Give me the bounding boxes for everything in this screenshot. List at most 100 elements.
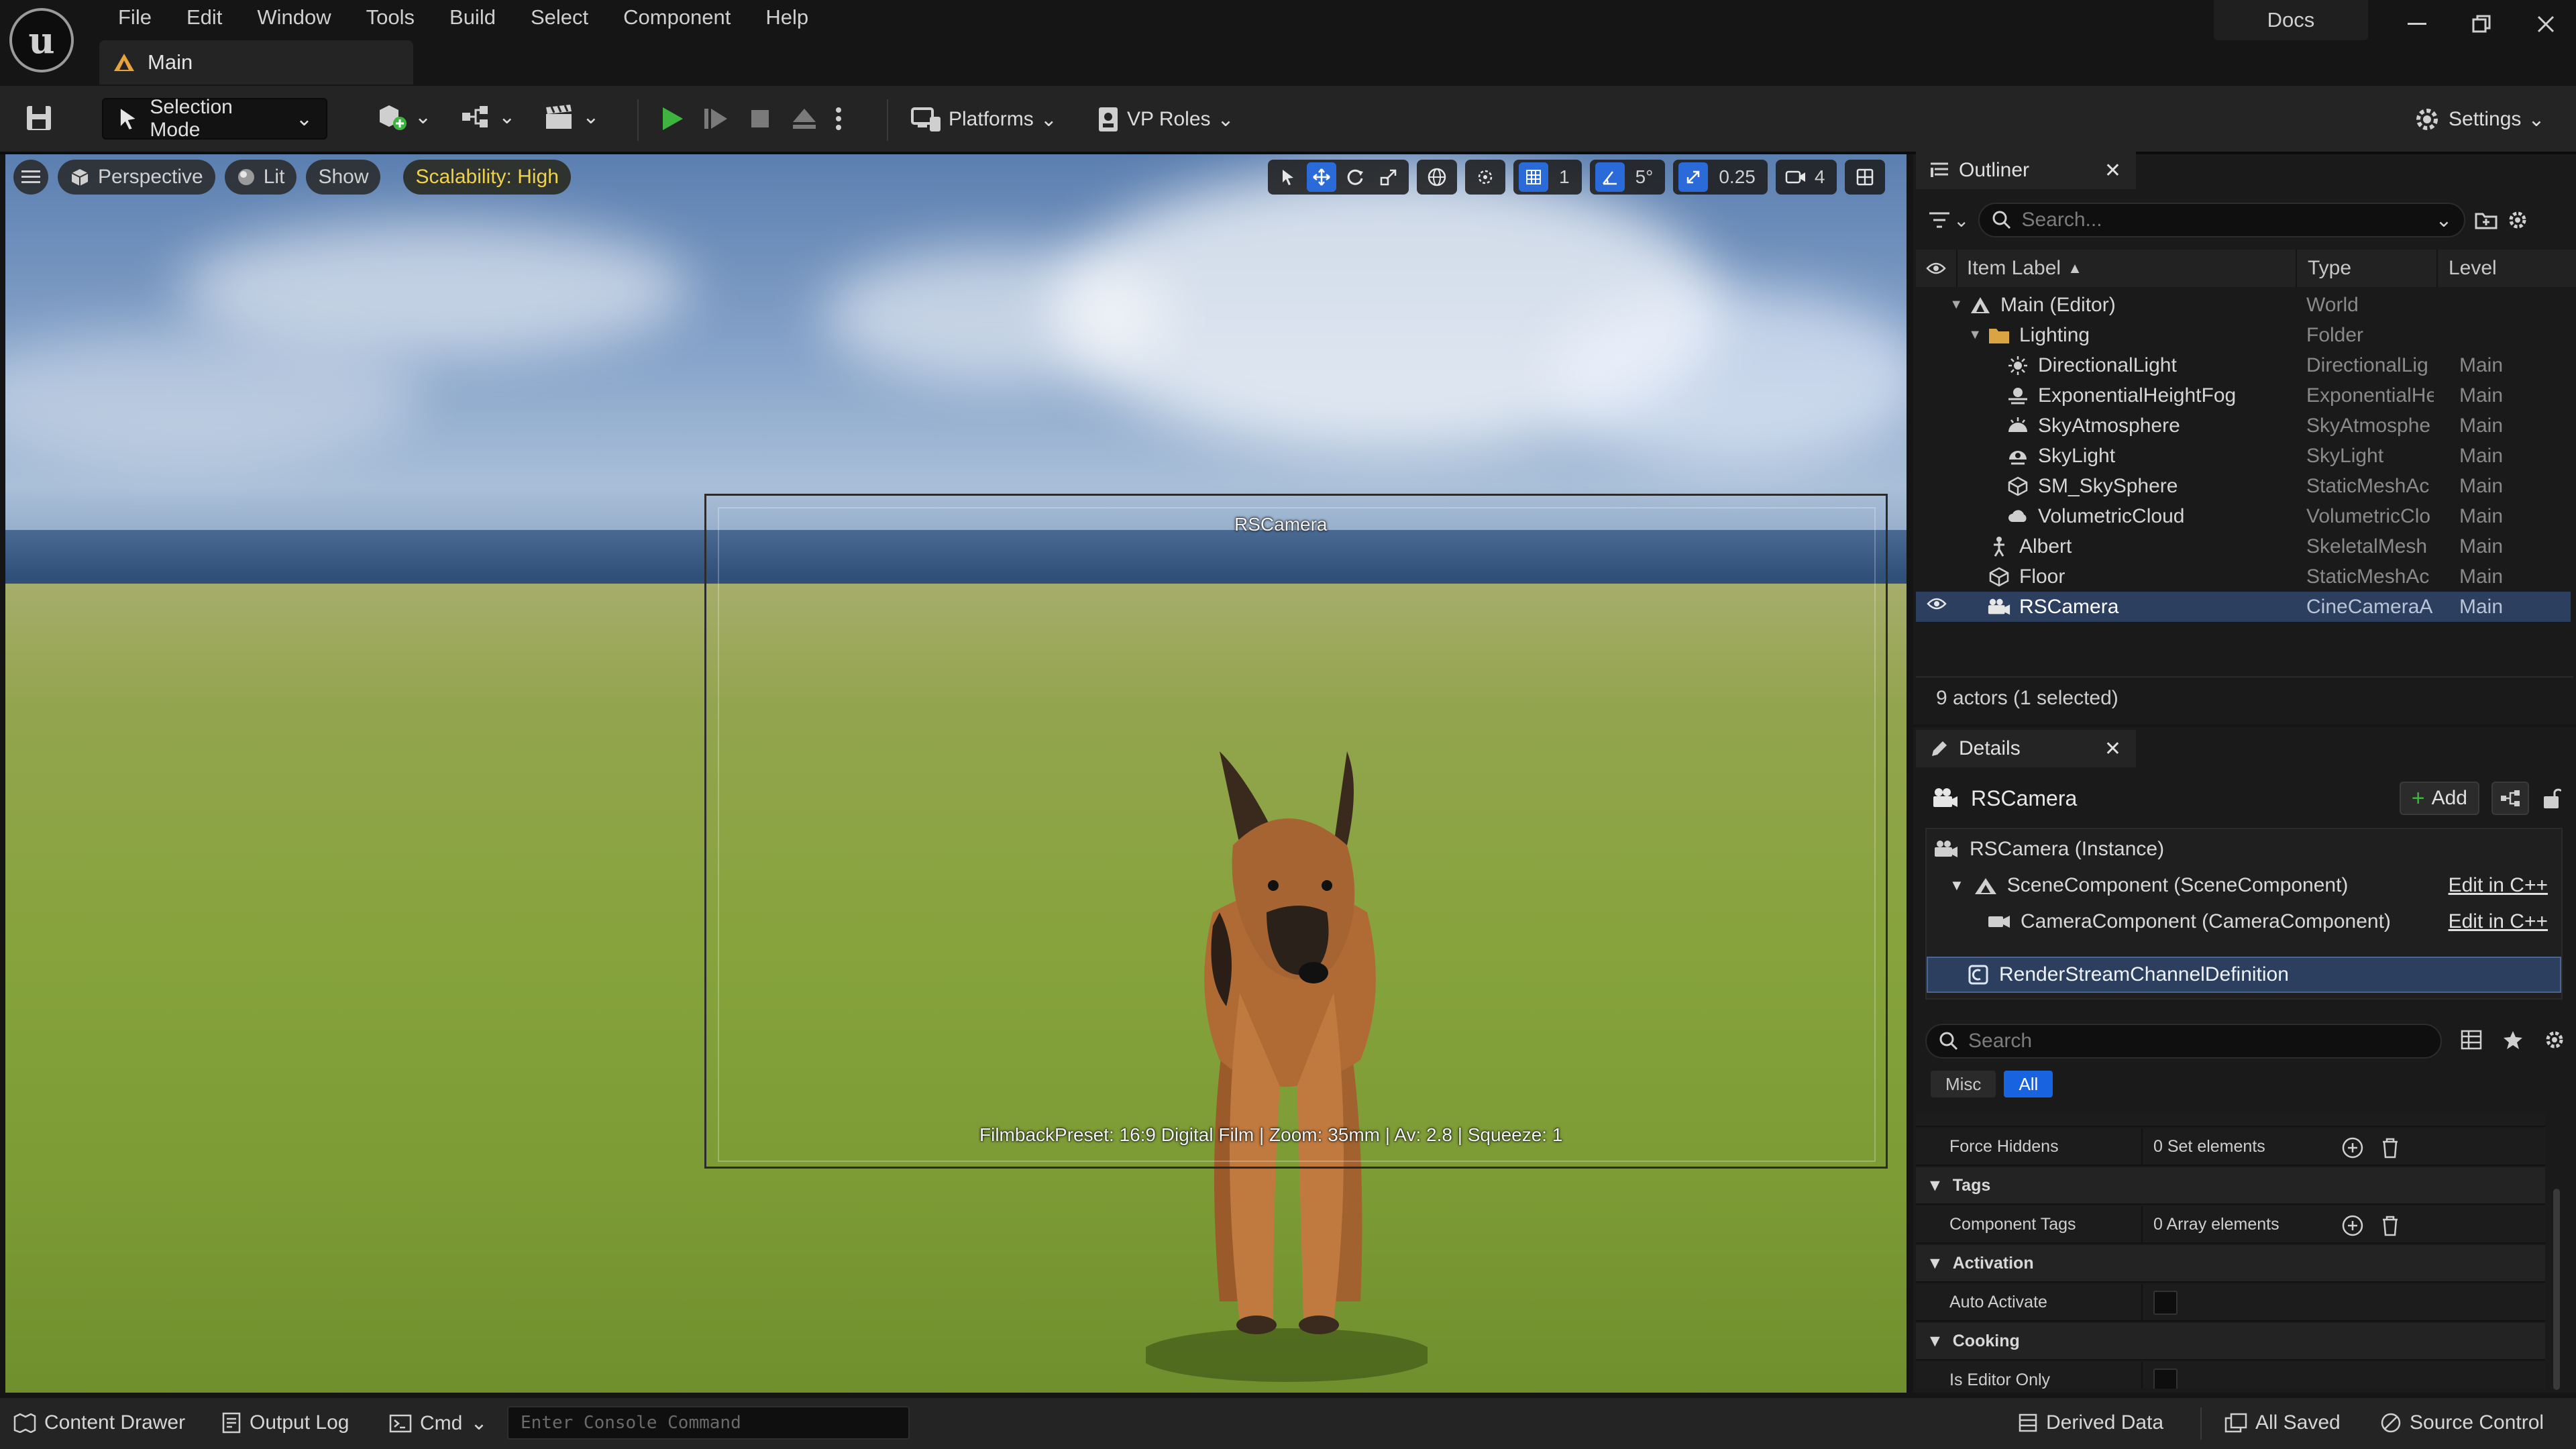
close-window-icon[interactable] xyxy=(2516,3,2576,46)
menu-window[interactable]: Window xyxy=(239,1,348,34)
add-element-icon[interactable] xyxy=(2341,1136,2364,1159)
category-cooking[interactable]: ▼ Cooking xyxy=(1916,1323,2545,1360)
outliner-row[interactable]: ▼ Main (Editor) World xyxy=(1916,290,2571,320)
outliner-search-input[interactable]: Search... ⌄ xyxy=(1978,203,2466,237)
details-scrollbar[interactable] xyxy=(2553,1189,2560,1390)
visibility-column-icon[interactable] xyxy=(1916,262,1956,275)
outliner-row[interactable]: SM_SkySphere StaticMeshAc Main xyxy=(1916,471,2571,501)
derived-data-button[interactable]: Derived Data xyxy=(2018,1411,2163,1434)
world-local-toggle[interactable] xyxy=(1417,160,1457,195)
restore-icon[interactable] xyxy=(2451,3,2512,46)
outliner-row[interactable]: SkyAtmosphere SkyAtmosphe Main xyxy=(1916,411,2571,441)
edit-in-cpp-link[interactable]: Edit in C++ xyxy=(2449,874,2548,897)
gear-icon[interactable] xyxy=(2507,209,2528,231)
close-icon[interactable]: ✕ xyxy=(2104,737,2121,761)
grid-snap-group[interactable]: 1 xyxy=(1513,160,1582,195)
stop-icon[interactable] xyxy=(745,103,775,134)
settings-dropdown[interactable]: Settings ⌄ xyxy=(2412,105,2545,134)
item-label-column-header[interactable]: Item Label ▲ xyxy=(1956,250,2305,287)
rotate-tool-icon[interactable] xyxy=(1340,162,1370,192)
expand-arrow-icon[interactable]: ▼ xyxy=(1949,297,1963,312)
details-search-input[interactable]: Search xyxy=(1925,1024,2442,1059)
filter-chip-all[interactable]: All xyxy=(2004,1071,2053,1097)
more-options-icon[interactable] xyxy=(833,103,844,134)
outliner-row[interactable]: VolumetricCloud VolumetricClo Main xyxy=(1916,501,2571,531)
edit-in-cpp-link[interactable]: Edit in C++ xyxy=(2449,910,2548,933)
menu-component[interactable]: Component xyxy=(606,1,748,34)
eject-icon[interactable] xyxy=(789,103,820,134)
menu-tools[interactable]: Tools xyxy=(349,1,432,34)
lock-open-icon[interactable] xyxy=(2541,787,2561,810)
category-tags[interactable]: ▼ Tags xyxy=(1916,1167,2545,1205)
advance-frame-icon[interactable] xyxy=(700,103,731,134)
viewport-layout-button[interactable] xyxy=(1845,160,1886,195)
outliner-row[interactable]: SkyLight SkyLight Main xyxy=(1916,441,2571,471)
cinematics-button[interactable]: ⌄ xyxy=(543,102,599,131)
level-column-header[interactable]: Level xyxy=(2436,250,2571,287)
docs-button[interactable]: Docs xyxy=(2214,0,2368,40)
tab-details[interactable]: Details ✕ xyxy=(1916,730,2136,767)
unreal-logo-icon[interactable]: u xyxy=(9,8,74,72)
new-folder-icon[interactable] xyxy=(2475,210,2498,230)
outliner-row[interactable]: ▼ Lighting Folder xyxy=(1916,320,2571,350)
show-button[interactable]: Show xyxy=(306,160,381,195)
blueprint-convert-button[interactable] xyxy=(2491,782,2529,815)
gear-icon[interactable] xyxy=(2544,1029,2565,1051)
expand-arrow-icon[interactable]: ▼ xyxy=(1949,877,1964,894)
category-activation[interactable]: ▼ Activation xyxy=(1916,1245,2545,1283)
add-component-button[interactable]: + Add xyxy=(2399,782,2479,815)
cmd-dropdown[interactable]: Cmd ⌄ xyxy=(389,1411,487,1435)
trash-icon[interactable] xyxy=(2380,1214,2400,1237)
filter-dropdown[interactable]: ⌄ xyxy=(1928,209,1969,231)
vp-roles-dropdown[interactable]: VP Roles ⌄ xyxy=(1096,105,1234,134)
table-view-icon[interactable] xyxy=(2461,1030,2482,1050)
camera-speed-group[interactable]: 4 xyxy=(1775,160,1837,195)
minimize-icon[interactable] xyxy=(2387,3,2447,46)
console-command-input[interactable]: Enter Console Command xyxy=(507,1406,910,1440)
tab-outliner[interactable]: Outliner ✕ xyxy=(1916,152,2136,189)
perspective-button[interactable]: Perspective xyxy=(58,160,215,195)
component-row-instance[interactable]: RSCamera (Instance) xyxy=(1927,832,2561,867)
scalability-button[interactable]: Scalability: High xyxy=(403,160,571,195)
outliner-row[interactable]: ExponentialHeightFog ExponentialHe Main xyxy=(1916,380,2571,411)
component-row-scene[interactable]: ▼ SceneComponent (SceneComponent) Edit i… xyxy=(1927,868,2561,903)
all-saved-button[interactable]: All Saved xyxy=(2224,1411,2341,1434)
save-icon[interactable] xyxy=(24,103,54,133)
platforms-dropdown[interactable]: Platforms ⌄ xyxy=(910,105,1057,134)
outliner-row[interactable]: Albert SkeletalMesh Main xyxy=(1916,531,2571,561)
add-content-button[interactable]: ⌄ xyxy=(376,102,431,131)
visibility-eye-icon[interactable] xyxy=(1927,597,1947,610)
menu-select[interactable]: Select xyxy=(513,1,606,34)
play-icon[interactable] xyxy=(656,103,687,134)
outliner-row[interactable]: Floor StaticMeshAc Main xyxy=(1916,561,2571,592)
select-tool-icon[interactable] xyxy=(1273,162,1303,192)
rotation-snap-group[interactable]: 5° xyxy=(1589,160,1666,195)
trash-icon[interactable] xyxy=(2380,1136,2400,1159)
star-icon[interactable] xyxy=(2502,1030,2524,1050)
level-tab-main[interactable]: Main xyxy=(99,40,413,85)
auto-activate-checkbox[interactable] xyxy=(2153,1291,2178,1315)
source-control-button[interactable]: Source Control xyxy=(2380,1411,2544,1434)
close-icon[interactable]: ✕ xyxy=(2104,159,2121,182)
expand-arrow-icon[interactable]: ▼ xyxy=(1968,327,1982,342)
add-element-icon[interactable] xyxy=(2341,1214,2364,1237)
menu-help[interactable]: Help xyxy=(748,1,826,34)
scale-tool-icon[interactable] xyxy=(1374,162,1403,192)
menu-build[interactable]: Build xyxy=(432,1,513,34)
selection-mode-dropdown[interactable]: Selection Mode ⌄ xyxy=(102,96,327,141)
type-column-header[interactable]: Type xyxy=(2296,250,2436,287)
viewport-options-button[interactable] xyxy=(13,160,48,195)
filter-chip-misc[interactable]: Misc xyxy=(1931,1071,1996,1097)
translate-tool-icon[interactable] xyxy=(1307,162,1336,192)
component-row-renderstream[interactable]: RenderStreamChannelDefinition xyxy=(1927,957,2561,993)
component-row-camera[interactable]: CameraComponent (CameraComponent) Edit i… xyxy=(1927,904,2561,939)
menu-edit[interactable]: Edit xyxy=(169,1,239,34)
is-editor-only-checkbox[interactable] xyxy=(2153,1368,2178,1389)
menu-file[interactable]: File xyxy=(101,1,169,34)
content-drawer-button[interactable]: Content Drawer xyxy=(13,1411,185,1434)
outliner-row[interactable]: RSCamera CineCameraA Main xyxy=(1916,592,2571,622)
blueprint-button[interactable]: ⌄ xyxy=(460,102,515,131)
view-mode-button[interactable]: Lit xyxy=(224,160,297,195)
outliner-row[interactable]: DirectionalLight DirectionalLig Main xyxy=(1916,350,2571,380)
scale-snap-group[interactable]: 0.25 xyxy=(1673,160,1768,195)
